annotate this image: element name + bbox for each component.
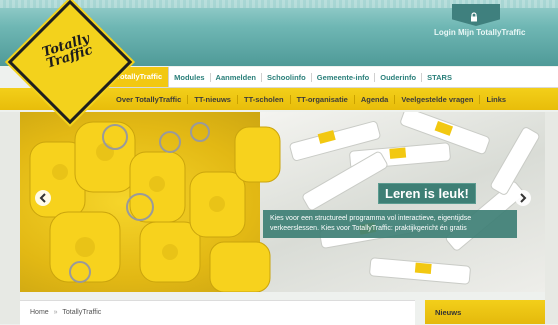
sub-nav-item-tt-nieuws[interactable]: TT-nieuws	[187, 94, 237, 104]
breadcrumb-bar: Home » TotallyTraffic	[20, 300, 415, 325]
sub-nav-item-links[interactable]: Links	[479, 94, 512, 104]
sub-nav-item-tt-organisatie[interactable]: TT-organisatie	[289, 94, 354, 104]
main-nav-item-ouderinfo[interactable]: Ouderinfo	[375, 72, 423, 82]
page-margin-right	[545, 112, 558, 324]
main-nav-item-aanmelden[interactable]: Aanmelden	[211, 72, 262, 82]
sub-nav-item-over[interactable]: Over TotallyTraffic	[110, 95, 187, 104]
lock-icon[interactable]	[469, 9, 479, 22]
chevron-left-icon	[39, 193, 46, 203]
slider-next-button[interactable]	[515, 190, 531, 206]
sub-nav-item-faq[interactable]: Veelgestelde vragen	[394, 94, 479, 104]
page-margin-left	[0, 112, 20, 324]
sub-nav-item-tt-scholen[interactable]: TT-scholen	[236, 94, 290, 104]
main-nav-item-schoolinfo[interactable]: Schoolinfo	[262, 72, 312, 82]
main-nav: TotallyTraffic Modules Aanmelden Schooli…	[110, 67, 558, 88]
news-title: Nieuws	[435, 308, 462, 317]
hero-caption-title: Leren is leuk!	[378, 183, 476, 204]
sub-nav-item-agenda[interactable]: Agenda	[353, 94, 395, 104]
breadcrumb-current: TotallyTraffic	[62, 309, 102, 316]
main-nav-item-modules[interactable]: Modules	[169, 72, 211, 82]
page: Login Mijn TotallyTraffic Totally Traffi…	[0, 0, 558, 325]
news-box: Nieuws	[425, 300, 545, 324]
breadcrumb: Home » TotallyTraffic	[30, 309, 101, 316]
main-nav-item-gemeente-info[interactable]: Gemeente-info	[312, 72, 376, 82]
main-nav-item-stars[interactable]: STARS	[422, 73, 457, 82]
hero-caption-text: Kies voor een structureel programma vol …	[263, 210, 517, 238]
chevron-right-icon	[520, 193, 527, 203]
login-link[interactable]: Login Mijn TotallyTraffic	[434, 28, 525, 37]
sub-nav-items: Over TotallyTraffic TT-nieuws TT-scholen…	[110, 88, 512, 110]
slider-prev-button[interactable]	[35, 190, 51, 206]
breadcrumb-separator: »	[53, 309, 58, 316]
breadcrumb-home[interactable]: Home	[30, 309, 49, 316]
